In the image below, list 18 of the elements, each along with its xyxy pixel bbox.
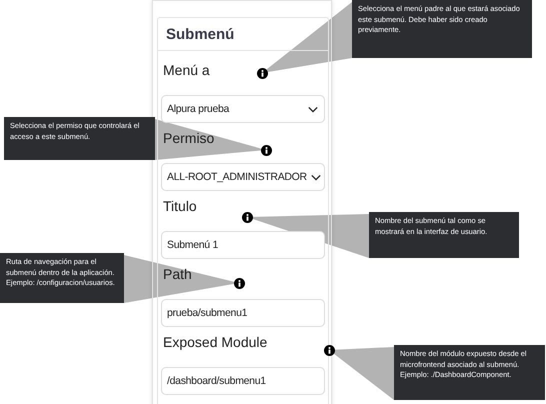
field-label: Exposed Module <box>163 333 268 352</box>
panel-title: Submenú <box>166 26 234 42</box>
field-label: Path <box>163 265 192 284</box>
select-field[interactable]: ALL-ROOT_ADMINISTRADOR <box>161 163 325 191</box>
info-icon[interactable] <box>234 278 244 288</box>
chevron-down-icon <box>310 174 321 180</box>
field-label: Menú a <box>163 61 210 80</box>
input-field[interactable]: /dashboard/submenu1 <box>161 367 325 395</box>
select-field[interactable]: Alpura prueba <box>161 95 325 123</box>
input-field[interactable]: prueba/submenu1 <box>161 299 325 327</box>
field-label: Titulo <box>163 197 197 216</box>
field-label: Permiso <box>163 129 214 148</box>
info-icon[interactable] <box>260 144 272 156</box>
info-icon[interactable] <box>242 212 252 222</box>
input-field[interactable]: Submenú 1 <box>161 231 325 259</box>
chevron-down-icon <box>308 106 318 112</box>
info-icon[interactable] <box>324 344 334 356</box>
info-icon[interactable] <box>256 68 268 78</box>
